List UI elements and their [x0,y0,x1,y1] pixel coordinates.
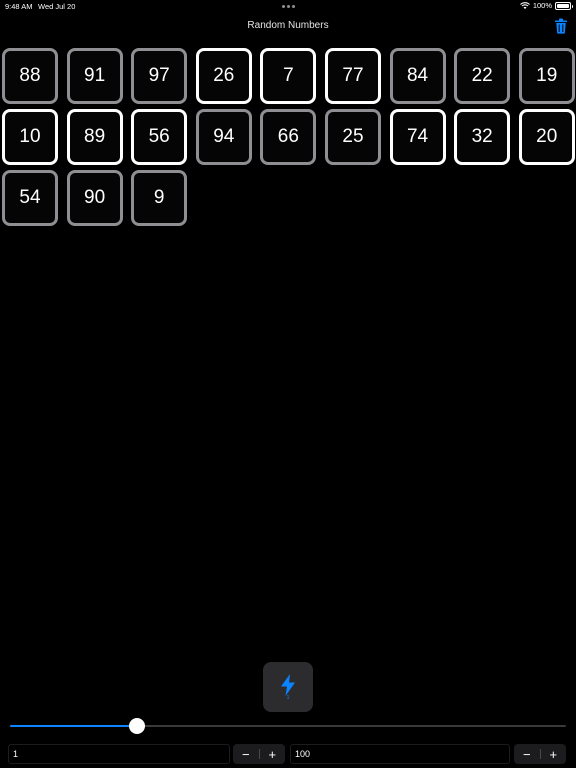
number-tile[interactable]: 22 [454,48,511,104]
maximum-decrement-button[interactable]: − [514,744,540,764]
number-tile[interactable]: 7 [260,48,317,104]
number-tile[interactable]: 88 [2,48,58,104]
number-tile[interactable]: 77 [324,48,381,104]
maximum-increment-button[interactable]: + [541,744,567,764]
maximum-input[interactable] [290,744,510,764]
number-tile[interactable]: 9 [131,170,188,226]
status-date: Wed Jul 20 [38,2,76,11]
minimum-increment-button[interactable]: + [260,744,286,764]
number-tile[interactable]: 19 [518,48,575,104]
slider-fill [10,725,138,727]
minimum-stepper[interactable]: − + [233,744,285,764]
slider-thumb[interactable] [129,718,146,734]
number-grid: 88 91 97 26 7 77 84 22 19 10 89 56 94 66 25 74 32 20 54 90 9 [2,48,576,226]
number-tile[interactable]: 66 [260,109,317,165]
minimum-input[interactable] [8,744,230,764]
status-time: 9:48 AM [5,2,33,11]
generate-count: 1 [286,694,290,701]
number-tile[interactable]: 90 [66,170,123,226]
number-tile[interactable]: 32 [454,109,511,165]
wifi-icon [519,1,530,9]
number-tile[interactable]: 97 [131,48,188,104]
battery-percent: 100% [532,1,552,10]
number-tile[interactable]: 10 [2,109,58,165]
number-tile[interactable]: 26 [195,48,252,104]
maximum-stepper[interactable]: − + [514,744,566,764]
multitasking-dots-icon[interactable] [282,5,295,8]
number-tile[interactable]: 25 [324,109,381,165]
trash-icon[interactable] [554,18,568,34]
page-title: Random Numbers [247,20,329,31]
number-tile[interactable]: 74 [389,109,446,165]
count-slider[interactable] [10,717,566,735]
number-tile[interactable]: 84 [389,48,446,104]
minimum-decrement-button[interactable]: − [233,744,259,764]
number-tile[interactable]: 89 [66,109,123,165]
battery-icon [555,1,573,10]
number-tile[interactable]: 91 [66,48,123,104]
generate-button[interactable]: 1 [263,662,313,712]
number-tile[interactable]: 56 [131,109,188,165]
number-tile[interactable]: 94 [195,109,252,165]
number-tile[interactable]: 20 [518,109,575,165]
number-tile[interactable]: 54 [2,170,58,226]
status-indicators: 100% [519,1,573,10]
bolt-icon [281,673,295,696]
